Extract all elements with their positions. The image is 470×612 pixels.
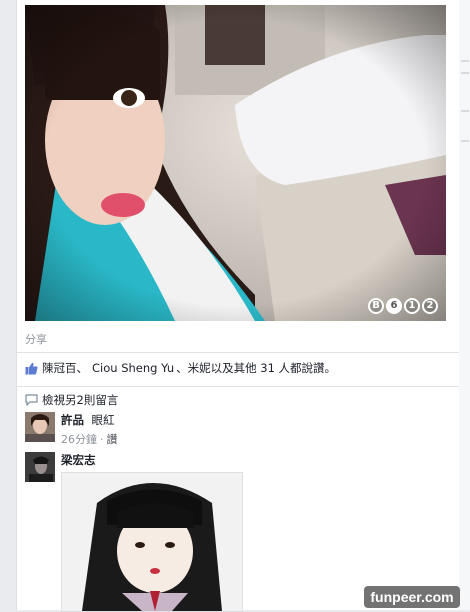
divider <box>17 352 459 353</box>
counter-badge: 6 <box>386 298 402 314</box>
liker-name[interactable]: 陳冠百 <box>42 360 77 376</box>
view-more-comments-label: 檢視另2則留言 <box>42 393 119 407</box>
photo-set-counter: B 6 1 2 <box>368 298 438 314</box>
likes-count-text[interactable]: 以及其他 31 人都說讚。 <box>211 360 336 376</box>
rail-marker <box>461 140 469 142</box>
comment-author[interactable]: 許品 <box>61 413 84 427</box>
separator: 、 <box>176 361 188 375</box>
rail-marker <box>461 60 469 62</box>
thumbs-up-icon <box>25 362 38 374</box>
share-link[interactable]: 分享 <box>25 331 47 347</box>
comment-text: 眼紅 <box>91 413 115 427</box>
avatar[interactable] <box>25 452 55 482</box>
post-card: B 6 1 2 分享 陳冠百 、 Ciou Sheng Yu 、 米妮 以及其他… <box>16 0 460 612</box>
avatar[interactable] <box>25 412 55 442</box>
likes-summary: 陳冠百 、 Ciou Sheng Yu 、 米妮 以及其他 31 人都說讚。 <box>25 360 455 376</box>
comment-photo[interactable] <box>61 472 243 612</box>
comment-bubble-icon <box>25 394 38 406</box>
watermark: funpeer.com <box>364 586 460 608</box>
scroll-rail <box>459 0 470 610</box>
comment-timestamp[interactable]: 26分鐘 <box>61 433 97 446</box>
comment-item: 許品 眼紅 26分鐘 · 讚 <box>25 412 118 447</box>
rail-marker <box>461 72 469 74</box>
comment-author[interactable]: 梁宏志 <box>61 453 96 467</box>
counter-badge: 1 <box>404 298 420 314</box>
divider <box>17 386 459 387</box>
rail-marker <box>461 110 469 112</box>
liker-name[interactable]: 米妮 <box>188 360 211 376</box>
meta-separator: · <box>100 433 104 446</box>
counter-badge: B <box>368 298 384 314</box>
post-photo[interactable]: B 6 1 2 <box>25 5 446 321</box>
view-more-comments[interactable]: 檢視另2則留言 <box>25 392 118 408</box>
counter-badge: 2 <box>422 298 438 314</box>
separator: 、 <box>76 361 89 375</box>
comment-like-button[interactable]: 讚 <box>107 433 118 446</box>
liker-name[interactable]: Ciou Sheng Yu <box>92 361 174 375</box>
